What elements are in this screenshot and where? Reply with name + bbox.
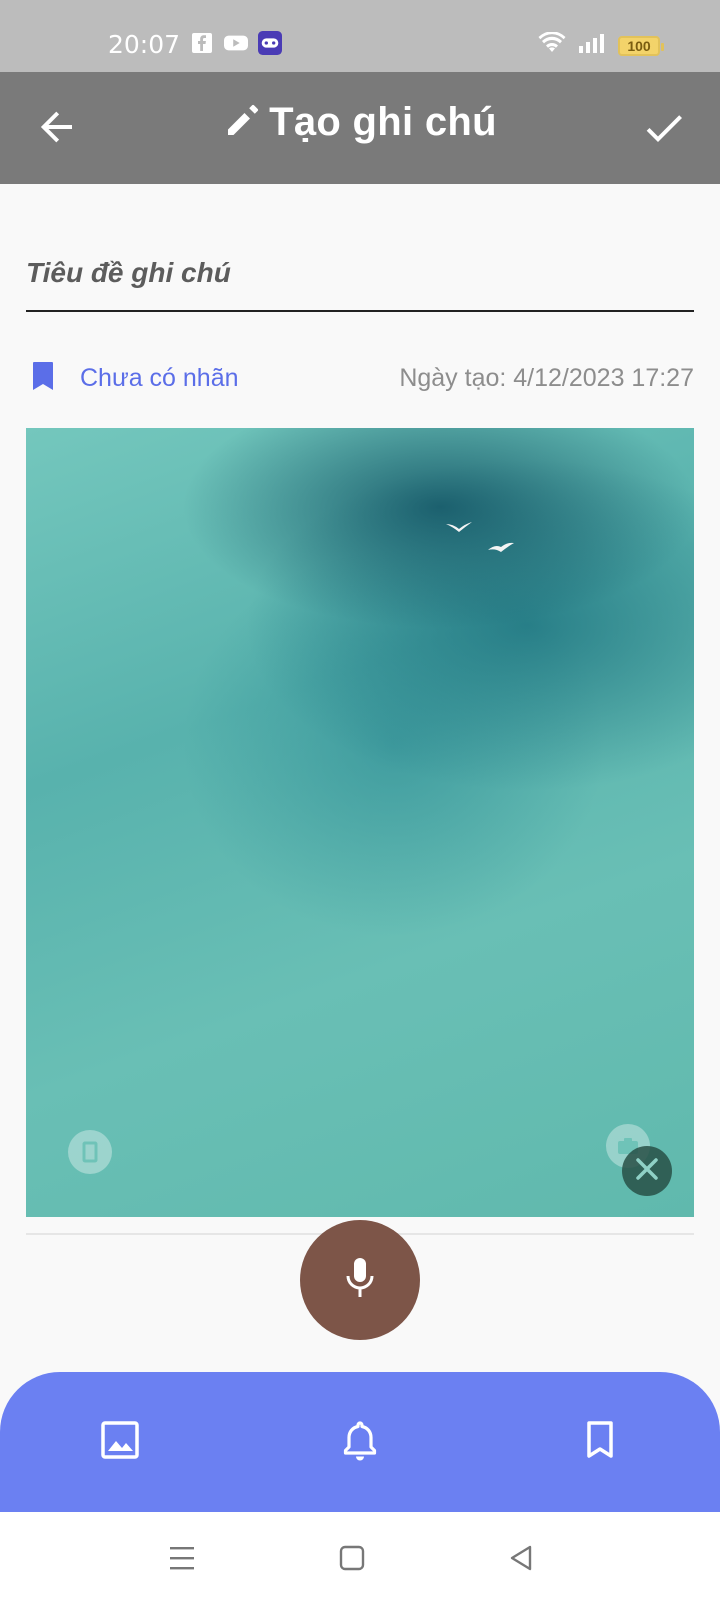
bottom-toolbar — [0, 1372, 720, 1512]
bookmark-icon — [583, 1420, 617, 1465]
note-title-input[interactable] — [26, 236, 694, 312]
attached-photo[interactable] — [26, 428, 694, 1217]
image-icon — [100, 1420, 140, 1465]
page-title: Tạo ghi chú — [269, 100, 497, 144]
add-image-button[interactable] — [94, 1416, 146, 1468]
bird-shape — [446, 522, 472, 532]
label-text: Chưa có nhãn — [80, 363, 239, 392]
label-toolbar-button[interactable] — [574, 1416, 626, 1468]
back-icon[interactable] — [504, 1540, 540, 1576]
pencil-icon — [223, 100, 263, 145]
photo-copy-icon — [68, 1130, 112, 1174]
facebook-icon — [190, 32, 214, 54]
battery-icon: 100 — [618, 35, 664, 56]
home-icon[interactable] — [334, 1540, 370, 1576]
status-time: 20:07 — [108, 30, 181, 59]
reminder-button[interactable] — [334, 1416, 386, 1468]
label-row: Chưa có nhãn Ngày tạo: 4/12/2023 17:27 — [26, 356, 694, 400]
app-bar: Tạo ghi chú — [0, 72, 720, 184]
wifi-icon — [538, 31, 566, 59]
created-date: Ngày tạo: 4/12/2023 17:27 — [399, 363, 694, 392]
bookmark-icon — [26, 359, 60, 398]
label-button[interactable]: Chưa có nhãn — [26, 359, 239, 398]
status-bar: 20:07 100 — [0, 0, 720, 72]
navigation-bar — [0, 1512, 720, 1600]
youtube-icon — [224, 32, 248, 54]
game-icon — [258, 31, 282, 55]
menu-icon[interactable] — [164, 1540, 200, 1576]
microphone-button[interactable] — [300, 1220, 420, 1340]
bell-icon — [340, 1418, 380, 1467]
close-icon — [634, 1156, 660, 1187]
remove-photo-button[interactable] — [622, 1146, 672, 1196]
signal-icon — [578, 32, 606, 59]
bird-shape — [488, 542, 514, 552]
microphone-icon — [340, 1255, 380, 1306]
check-icon[interactable] — [642, 106, 686, 150]
